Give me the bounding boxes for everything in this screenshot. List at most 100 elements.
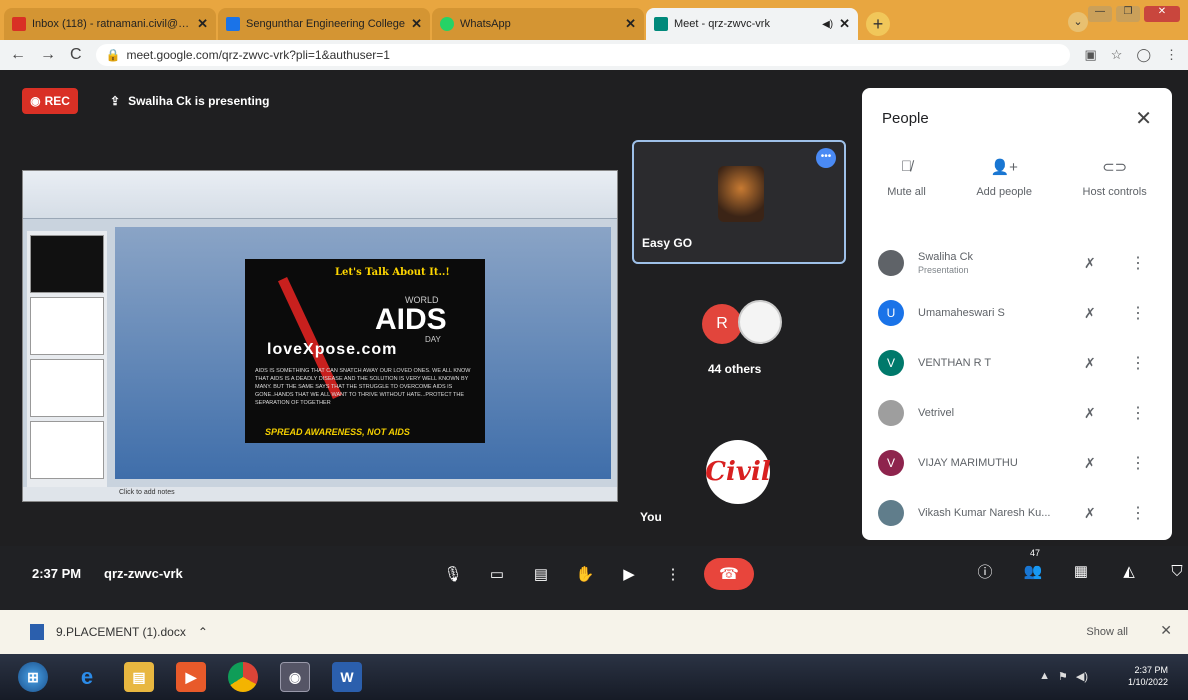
mic-off-icon[interactable]: ✗ bbox=[1084, 505, 1096, 522]
powerpoint-ribbon bbox=[23, 171, 617, 219]
maximize-button[interactable]: ❐ bbox=[1116, 6, 1140, 22]
close-icon[interactable]: ✕ bbox=[197, 16, 208, 32]
speaker-icon: ◀) bbox=[822, 18, 834, 30]
media-player-icon[interactable]: ▶ bbox=[176, 662, 206, 692]
list-item[interactable]: U Umamaheswari S ✗ ⋮ bbox=[862, 288, 1172, 338]
url-field[interactable]: 🔒 meet.google.com/qrz-zwvc-vrk?pli=1&aut… bbox=[95, 44, 1071, 66]
avatar bbox=[878, 250, 904, 276]
more-vert-icon[interactable]: ⋮ bbox=[1130, 453, 1146, 473]
tab-gmail[interactable]: Inbox (118) - ratnamani.civil@s... ✕ bbox=[4, 8, 216, 40]
more-vert-icon[interactable]: ⋮ bbox=[1130, 403, 1146, 423]
avatar bbox=[878, 500, 904, 526]
camera-icon[interactable]: ▣ bbox=[1084, 47, 1096, 63]
add-people-button[interactable]: 👤+ Add people bbox=[976, 158, 1032, 198]
tile-name: Easy GO bbox=[642, 236, 693, 250]
people-button[interactable]: 👥 bbox=[1020, 558, 1046, 584]
mute-all-button[interactable]: 🎙̸ Mute all bbox=[887, 158, 926, 198]
menu-icon[interactable]: ⋮ bbox=[1165, 47, 1178, 63]
download-item[interactable]: 9.PLACEMENT (1).docx ⌃ bbox=[30, 624, 208, 640]
more-vert-icon[interactable]: ⋮ bbox=[1130, 253, 1146, 273]
slide-body: AIDS IS SOMETHING THAT CAN SNATCH AWAY O… bbox=[255, 368, 471, 406]
name-text: Swaliha Ck bbox=[918, 251, 974, 263]
close-icon[interactable]: ✕ bbox=[625, 16, 636, 32]
close-icon[interactable]: ✕ bbox=[411, 16, 422, 32]
activities-button[interactable]: ◭ bbox=[1116, 558, 1142, 584]
more-vert-icon[interactable]: ⋮ bbox=[1130, 353, 1146, 373]
chat-button[interactable]: ▦ bbox=[1068, 558, 1094, 584]
forward-button[interactable]: → bbox=[40, 46, 56, 64]
chevron-down-icon[interactable]: ⌄ bbox=[1068, 12, 1088, 32]
end-call-button[interactable]: ☎ bbox=[704, 558, 754, 590]
action-label: Mute all bbox=[887, 186, 926, 198]
mic-off-icon[interactable]: ✗ bbox=[1084, 305, 1096, 322]
captions-button[interactable]: ▤ bbox=[528, 561, 554, 587]
star-icon[interactable]: ☆ bbox=[1111, 47, 1123, 63]
list-item[interactable]: Vetrivel ✗ ⋮ bbox=[862, 388, 1172, 438]
host-controls-button[interactable]: ⛉ bbox=[1164, 558, 1188, 584]
host-controls-action[interactable]: ⊂⊃ Host controls bbox=[1083, 158, 1147, 198]
presenting-banner: ⇪ Swaliha Ck is presenting bbox=[110, 94, 269, 108]
participant-name: Umamaheswari S bbox=[918, 307, 1005, 319]
present-button[interactable]: ▶ bbox=[616, 561, 642, 587]
participant-name: Vetrivel bbox=[918, 407, 955, 419]
slide-thumbnail bbox=[30, 421, 104, 479]
network-icon[interactable]: ▲ bbox=[1039, 670, 1050, 683]
clock-time: 2:37 PM bbox=[1134, 665, 1168, 675]
close-icon[interactable]: ✕ bbox=[839, 16, 850, 32]
info-button[interactable]: ⓘ bbox=[972, 558, 998, 584]
tab-title: Meet - qrz-zwvc-vrk bbox=[674, 18, 770, 30]
start-button[interactable]: ⊞ bbox=[18, 662, 48, 692]
new-tab-button[interactable]: + bbox=[866, 12, 890, 36]
back-button[interactable]: ← bbox=[10, 46, 26, 64]
more-vert-icon[interactable]: ⋮ bbox=[1130, 303, 1146, 323]
more-vert-icon[interactable]: ⋮ bbox=[1130, 503, 1146, 523]
college-icon bbox=[226, 17, 240, 31]
chrome-active-icon[interactable]: ◉ bbox=[280, 662, 310, 692]
window-close-button[interactable]: ✕ bbox=[1144, 6, 1180, 22]
slide-thumbnail bbox=[30, 235, 104, 293]
close-icon[interactable]: ✕ bbox=[1135, 106, 1152, 131]
mic-button[interactable]: 🎙 bbox=[440, 561, 466, 587]
clock[interactable]: 2:37 PM 1/10/2022 bbox=[1128, 664, 1168, 688]
reload-button[interactable]: C bbox=[70, 46, 82, 64]
tab-meet[interactable]: Meet - qrz-zwvc-vrk ◀) ✕ bbox=[646, 8, 858, 40]
list-item[interactable]: V VENTHAN R T ✗ ⋮ bbox=[862, 338, 1172, 388]
mic-off-icon[interactable]: ✗ bbox=[1084, 405, 1096, 422]
address-bar: ← → C 🔒 meet.google.com/qrz-zwvc-vrk?pli… bbox=[0, 40, 1188, 70]
panel-actions: 🎙̸ Mute all 👤+ Add people ⊂⊃ Host contro… bbox=[862, 158, 1172, 198]
explorer-icon[interactable]: ▤ bbox=[124, 662, 154, 692]
show-all-button[interactable]: Show all bbox=[1086, 626, 1128, 638]
ie-icon[interactable]: e bbox=[72, 662, 102, 692]
camera-button[interactable]: ▭ bbox=[484, 561, 510, 587]
slide-brand: loveXpose.com bbox=[267, 341, 398, 358]
list-item[interactable]: Swaliha Ck Presentation ✗ ⋮ bbox=[862, 238, 1172, 288]
you-label: You bbox=[640, 510, 662, 524]
minimize-button[interactable]: — bbox=[1088, 6, 1112, 22]
participant-list: Swaliha Ck Presentation ✗ ⋮ U Umamaheswa… bbox=[862, 238, 1172, 538]
mic-off-icon[interactable]: ✗ bbox=[1084, 355, 1096, 372]
participant-name: Vikash Kumar Naresh Ku... bbox=[918, 507, 1051, 519]
meeting-code: qrz-zwvc-vrk bbox=[104, 566, 183, 581]
mic-off-icon[interactable]: ✗ bbox=[1084, 455, 1096, 472]
close-icon[interactable]: ✕ bbox=[1160, 622, 1172, 639]
list-item[interactable]: Vikash Kumar Naresh Ku... ✗ ⋮ bbox=[862, 488, 1172, 538]
notes-bar: Click to add notes bbox=[23, 487, 617, 501]
raise-hand-button[interactable]: ✋ bbox=[572, 561, 598, 587]
rec-label: REC bbox=[44, 94, 70, 108]
profile-icon[interactable]: ◯ bbox=[1136, 47, 1151, 63]
more-options-button[interactable]: ⋮ bbox=[660, 561, 686, 587]
list-item[interactable]: V VIJAY MARIMUTHU ✗ ⋮ bbox=[862, 438, 1172, 488]
participant-tile[interactable]: ••• Easy GO bbox=[632, 140, 846, 264]
chevron-up-icon[interactable]: ⌃ bbox=[198, 625, 208, 639]
word-file-icon bbox=[30, 624, 44, 640]
presenting-text: Swaliha Ck is presenting bbox=[128, 94, 270, 108]
others-count: 44 others bbox=[708, 362, 762, 376]
more-options-icon[interactable]: ••• bbox=[816, 148, 836, 168]
flag-icon[interactable]: ⚑ bbox=[1058, 670, 1068, 683]
word-icon[interactable]: W bbox=[332, 662, 362, 692]
tab-sengunthar[interactable]: Sengunthar Engineering College ✕ bbox=[218, 8, 430, 40]
mic-off-icon[interactable]: ✗ bbox=[1084, 255, 1096, 272]
chrome-icon[interactable] bbox=[228, 662, 258, 692]
tab-whatsapp[interactable]: WhatsApp ✕ bbox=[432, 8, 644, 40]
volume-icon[interactable]: ◀) bbox=[1076, 670, 1088, 683]
